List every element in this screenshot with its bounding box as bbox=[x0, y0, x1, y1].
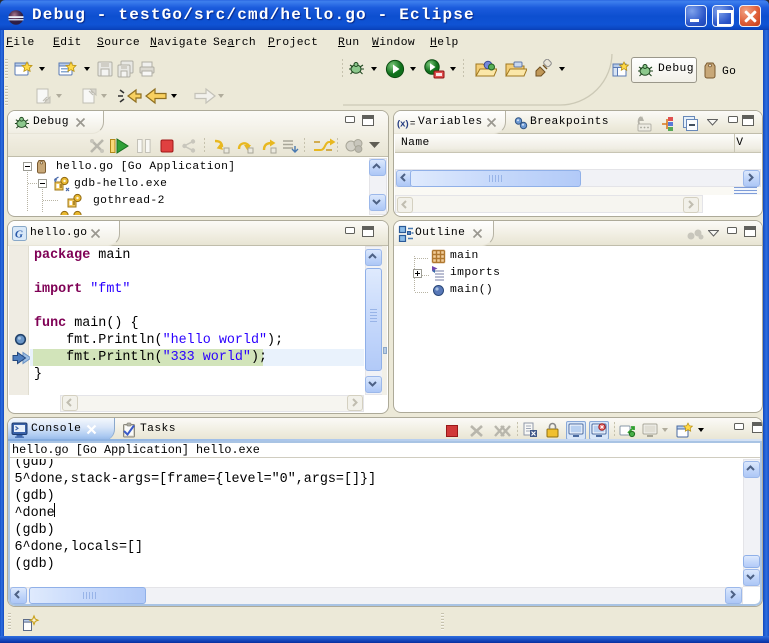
svg-text:=: = bbox=[410, 118, 415, 128]
svg-text:(x): (x) bbox=[397, 119, 409, 130]
svg-text:G: G bbox=[15, 229, 23, 241]
